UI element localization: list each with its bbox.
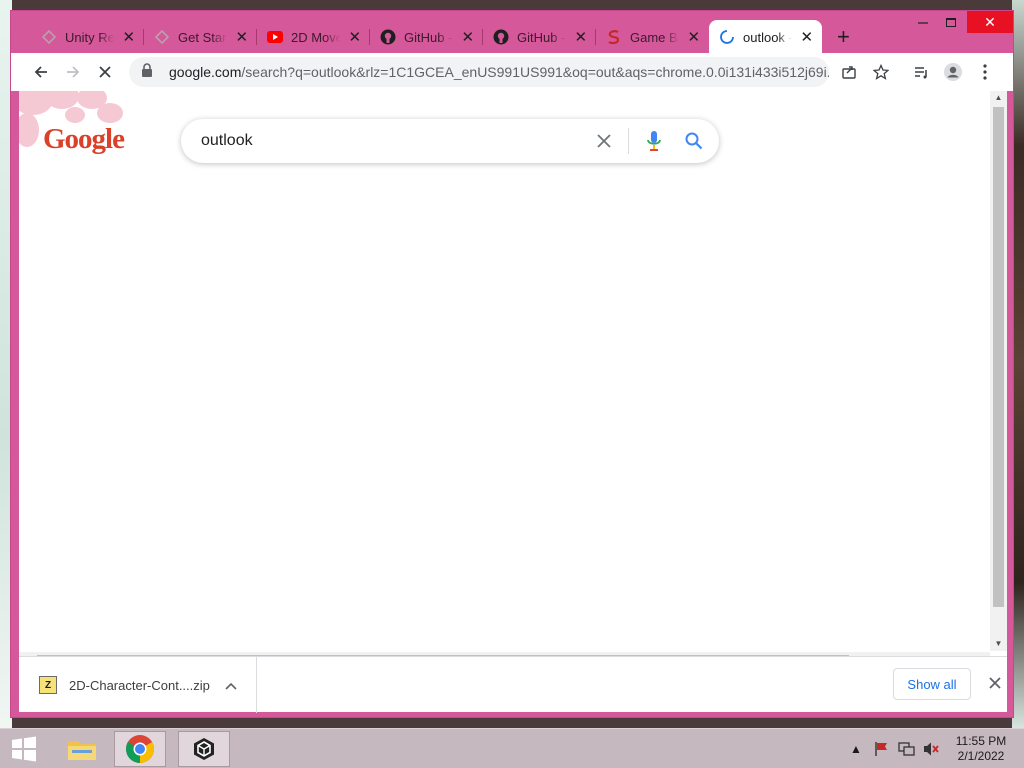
google-doodle-logo[interactable]: Google xyxy=(43,123,125,156)
bookmark-star-icon[interactable] xyxy=(867,58,895,86)
scroll-up-icon[interactable]: ▲ xyxy=(990,91,1007,105)
tab-close-icon[interactable]: ✕ xyxy=(687,28,701,46)
unity-icon xyxy=(41,29,57,45)
tab-github-2[interactable]: GitHub - ✕ xyxy=(483,21,596,53)
start-windows-icon[interactable] xyxy=(0,731,48,767)
github-icon xyxy=(380,29,396,45)
tab-title: GitHub - xyxy=(517,29,566,45)
tab-close-icon[interactable]: ✕ xyxy=(574,28,588,46)
clock-time: 11:55 PM xyxy=(955,734,1007,748)
address-bar[interactable]: google.com/search?q=outlook&rlz=1C1GCEA_… xyxy=(129,57,829,87)
show-hidden-icons-chevron-icon[interactable]: ▲ xyxy=(850,729,862,768)
minimize-icon[interactable] xyxy=(909,11,937,33)
tab-2d-movement[interactable]: 2D Movement ✕ xyxy=(257,21,370,53)
maximize-icon[interactable] xyxy=(937,11,965,33)
vertical-scrollbar[interactable]: ▲ ▼ xyxy=(990,91,1007,651)
youtube-icon xyxy=(267,29,283,45)
system-clock[interactable]: 11:55 PM 2/1/2022 xyxy=(946,734,1016,764)
tab-title: Unity Real xyxy=(65,29,114,45)
tab-close-icon[interactable]: ✕ xyxy=(348,28,362,46)
tab-get-started[interactable]: Get Started ✕ xyxy=(144,21,257,53)
tab-github-1[interactable]: GitHub - ✕ xyxy=(370,21,483,53)
search-magnifier-icon[interactable] xyxy=(679,126,709,156)
reading-list-icon[interactable] xyxy=(907,58,935,86)
taskbar: ▲ 11:55 PM 2/1/2022 xyxy=(0,728,1024,768)
github-icon xyxy=(493,29,509,45)
browser-toolbar: google.com/search?q=outlook&rlz=1C1GCEA_… xyxy=(11,53,1013,91)
loading-spinner-icon xyxy=(719,29,735,45)
vertical-scroll-thumb[interactable] xyxy=(993,107,1004,607)
game-icon xyxy=(606,29,622,45)
tab-game-board[interactable]: Game Board ✕ xyxy=(596,21,709,53)
forward-arrow-icon[interactable] xyxy=(59,58,87,86)
window-close-icon[interactable]: ✕ xyxy=(967,11,1013,33)
tab-title: Get Started xyxy=(178,29,227,45)
stop-loading-icon[interactable] xyxy=(91,58,119,86)
back-arrow-icon[interactable] xyxy=(27,58,55,86)
download-file-name: 2D-Character-Cont....zip xyxy=(69,677,210,693)
tab-title: outlook - xyxy=(743,29,792,45)
tab-title: Game Board xyxy=(630,29,679,45)
browser-window: Unity Real ✕ Get Started ✕ 2D Movement ✕… xyxy=(10,10,1014,718)
unity-taskbar-icon[interactable] xyxy=(178,731,230,767)
file-explorer-icon[interactable] xyxy=(56,731,108,767)
tab-outlook-active[interactable]: outlook - ✕ xyxy=(709,20,822,54)
zip-file-icon: Z xyxy=(39,676,57,694)
action-center-flag-icon[interactable] xyxy=(874,729,890,768)
scroll-down-icon[interactable]: ▼ xyxy=(990,637,1007,651)
new-tab-plus-icon[interactable]: + xyxy=(837,26,850,48)
chrome-taskbar-icon[interactable] xyxy=(114,731,166,767)
search-box[interactable]: outlook xyxy=(181,119,719,163)
menu-kebab-icon[interactable] xyxy=(971,58,999,86)
microphone-icon[interactable] xyxy=(639,126,669,156)
tab-close-icon[interactable]: ✕ xyxy=(800,28,814,46)
search-input[interactable]: outlook xyxy=(201,132,588,150)
page-content: Google outlook ▲ ▼ ◀ ▶ xyxy=(19,91,1007,669)
tab-strip: Unity Real ✕ Get Started ✕ 2D Movement ✕… xyxy=(11,11,1013,54)
tab-title: 2D Movement xyxy=(291,29,340,45)
tab-title: GitHub - xyxy=(404,29,453,45)
volume-muted-icon[interactable] xyxy=(922,729,940,768)
url-text: google.com/search?q=outlook&rlz=1C1GCEA_… xyxy=(169,64,829,80)
clock-date: 2/1/2022 xyxy=(957,749,1005,763)
share-icon[interactable] xyxy=(835,58,863,86)
tab-close-icon[interactable]: ✕ xyxy=(461,28,475,46)
shelf-close-icon[interactable] xyxy=(985,673,1005,693)
clear-icon[interactable] xyxy=(588,127,620,155)
lock-icon xyxy=(141,62,159,82)
network-icon[interactable] xyxy=(898,729,916,768)
profile-avatar-icon[interactable] xyxy=(939,58,967,86)
show-all-button[interactable]: Show all xyxy=(893,668,971,700)
search-divider xyxy=(628,128,629,154)
unity-icon xyxy=(154,29,170,45)
download-shelf: Z 2D-Character-Cont....zip Show all xyxy=(19,656,1007,713)
tab-close-icon[interactable]: ✕ xyxy=(122,28,136,46)
tab-close-icon[interactable]: ✕ xyxy=(235,28,249,46)
download-item[interactable]: Z 2D-Character-Cont....zip xyxy=(19,657,257,713)
tab-unity-real[interactable]: Unity Real ✕ xyxy=(31,21,144,53)
chevron-up-icon[interactable] xyxy=(220,677,242,693)
